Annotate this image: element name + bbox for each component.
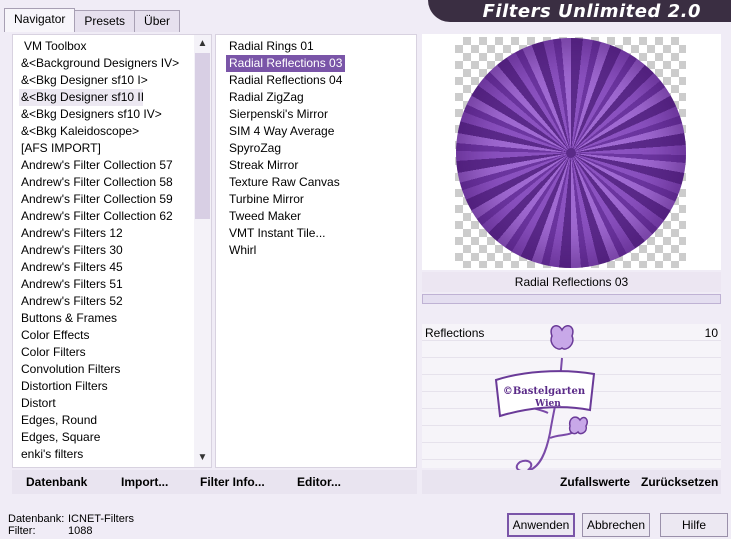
category-item[interactable]: Andrew's Filter Collection 62 <box>19 208 194 225</box>
scroll-thumb[interactable] <box>195 53 210 219</box>
preview-image <box>456 38 686 268</box>
param-label: Reflections <box>425 326 485 340</box>
filter-item-selected[interactable]: Radial Reflections 03 <box>226 55 346 72</box>
tab-bar: Navigator Presets Über <box>4 8 181 32</box>
filter-item[interactable]: VMT Instant Tile... <box>226 225 328 242</box>
filter-item[interactable]: Radial Rings 01 <box>226 38 317 55</box>
filter-item[interactable]: SpyroZag <box>226 140 284 157</box>
category-item[interactable]: Color Effects <box>19 327 194 344</box>
datenbank-button[interactable]: Datenbank <box>26 475 87 489</box>
category-item[interactable]: Distort <box>19 395 194 412</box>
category-item[interactable]: Andrew's Filter Collection 57 <box>19 157 194 174</box>
category-item[interactable]: &<Bkg Kaleidoscope> <box>19 123 194 140</box>
category-item[interactable]: Edges, Round <box>19 412 194 429</box>
filter-item[interactable]: Turbine Mirror <box>226 191 307 208</box>
apply-button[interactable]: Anwenden <box>507 513 575 537</box>
category-list: VM Toolbox &<Background Designers IV> &<… <box>19 38 194 463</box>
progress-bar <box>422 294 721 304</box>
category-item[interactable]: Convolution Filters <box>19 361 194 378</box>
category-item[interactable]: Andrew's Filter Collection 58 <box>19 174 194 191</box>
filter-list-panel: Radial Rings 01 Radial Reflections 03 Ra… <box>215 34 417 468</box>
category-item-selected[interactable]: &<Bkg Designer sf10 III> <box>19 89 143 106</box>
randomize-button[interactable]: Zufallswerte <box>560 475 630 489</box>
scroll-down-icon[interactable]: ▼ <box>195 450 210 466</box>
filter-item[interactable]: Radial ZigZag <box>226 89 307 106</box>
status-filter-label: Filter: <box>8 525 36 537</box>
category-item[interactable]: Edges, Square <box>19 429 194 446</box>
scroll-up-icon[interactable]: ▲ <box>195 36 210 52</box>
filter-item[interactable]: SIM 4 Way Average <box>226 123 337 140</box>
watermark-line1: ©Bastelgarten <box>503 386 586 397</box>
title-banner: Filters Unlimited 2.0 <box>428 0 731 22</box>
database-toolbar: Datenbank Import... Filter Info... Edito… <box>12 470 417 494</box>
param-value: 10 <box>704 326 718 340</box>
filter-item[interactable]: Radial Reflections 04 <box>226 72 345 89</box>
filter-item[interactable]: Streak Mirror <box>226 157 301 174</box>
status-database: Datenbank: ICNET-Filters <box>8 513 134 525</box>
param-toolbar: Zufallswerte Zurücksetzen <box>422 470 721 494</box>
category-list-panel: VM Toolbox &<Background Designers IV> &<… <box>12 34 212 468</box>
category-item[interactable]: Andrew's Filters 52 <box>19 293 194 310</box>
category-item[interactable]: &<Bkg Designers sf10 IV> <box>19 106 194 123</box>
category-item[interactable]: enki's filters <box>19 446 194 463</box>
filter-item[interactable]: Whirl <box>226 242 259 259</box>
filter-info-button[interactable]: Filter Info... <box>200 475 265 489</box>
tab-about[interactable]: Über <box>134 10 181 32</box>
watermark-line2: Wien <box>534 399 561 409</box>
category-item[interactable]: Andrew's Filters 51 <box>19 276 194 293</box>
status-filter: Filter: 1088 <box>8 525 92 537</box>
category-item[interactable]: &<Bkg Designer sf10 I> <box>19 72 194 89</box>
filter-item[interactable]: Tweed Maker <box>226 208 304 225</box>
category-scrollbar[interactable]: ▲ ▼ <box>194 35 211 467</box>
reset-button[interactable]: Zurücksetzen <box>641 475 718 489</box>
filter-item[interactable]: Texture Raw Canvas <box>226 174 343 191</box>
help-button[interactable]: Hilfe <box>660 513 728 537</box>
filter-list: Radial Rings 01 Radial Reflections 03 Ra… <box>216 38 346 259</box>
status-db-label: Datenbank: <box>8 513 65 525</box>
filter-item[interactable]: Sierpenski's Mirror <box>226 106 331 123</box>
bastelgarten-watermark: ©Bastelgarten Wien <box>494 325 596 473</box>
preview-image-center <box>566 148 576 158</box>
status-filter-value: 1088 <box>68 525 93 537</box>
category-item[interactable]: Andrew's Filter Collection 59 <box>19 191 194 208</box>
cancel-button[interactable]: Abbrechen <box>582 513 650 537</box>
tab-navigator[interactable]: Navigator <box>4 8 76 32</box>
category-item[interactable]: Andrew's Filters 12 <box>19 225 194 242</box>
preview-area <box>422 34 721 270</box>
category-item[interactable]: Buttons & Frames <box>19 310 194 327</box>
tab-presets[interactable]: Presets <box>74 10 136 32</box>
category-item[interactable]: Distortion Filters <box>19 378 194 395</box>
editor-button[interactable]: Editor... <box>297 475 341 489</box>
category-item[interactable]: Andrew's Filters 45 <box>19 259 194 276</box>
category-item[interactable]: Color Filters <box>19 344 194 361</box>
category-item[interactable]: &<Background Designers IV> <box>19 55 194 72</box>
category-item[interactable]: [AFS IMPORT] <box>19 140 194 157</box>
category-item[interactable]: VM Toolbox <box>19 38 194 55</box>
selected-filter-name: Radial Reflections 03 <box>422 272 721 292</box>
app-title: Filters Unlimited 2.0 <box>482 1 701 22</box>
category-item[interactable]: Andrew's Filters 30 <box>19 242 194 259</box>
status-db-value: ICNET-Filters <box>68 513 134 525</box>
import-button[interactable]: Import... <box>121 475 168 489</box>
